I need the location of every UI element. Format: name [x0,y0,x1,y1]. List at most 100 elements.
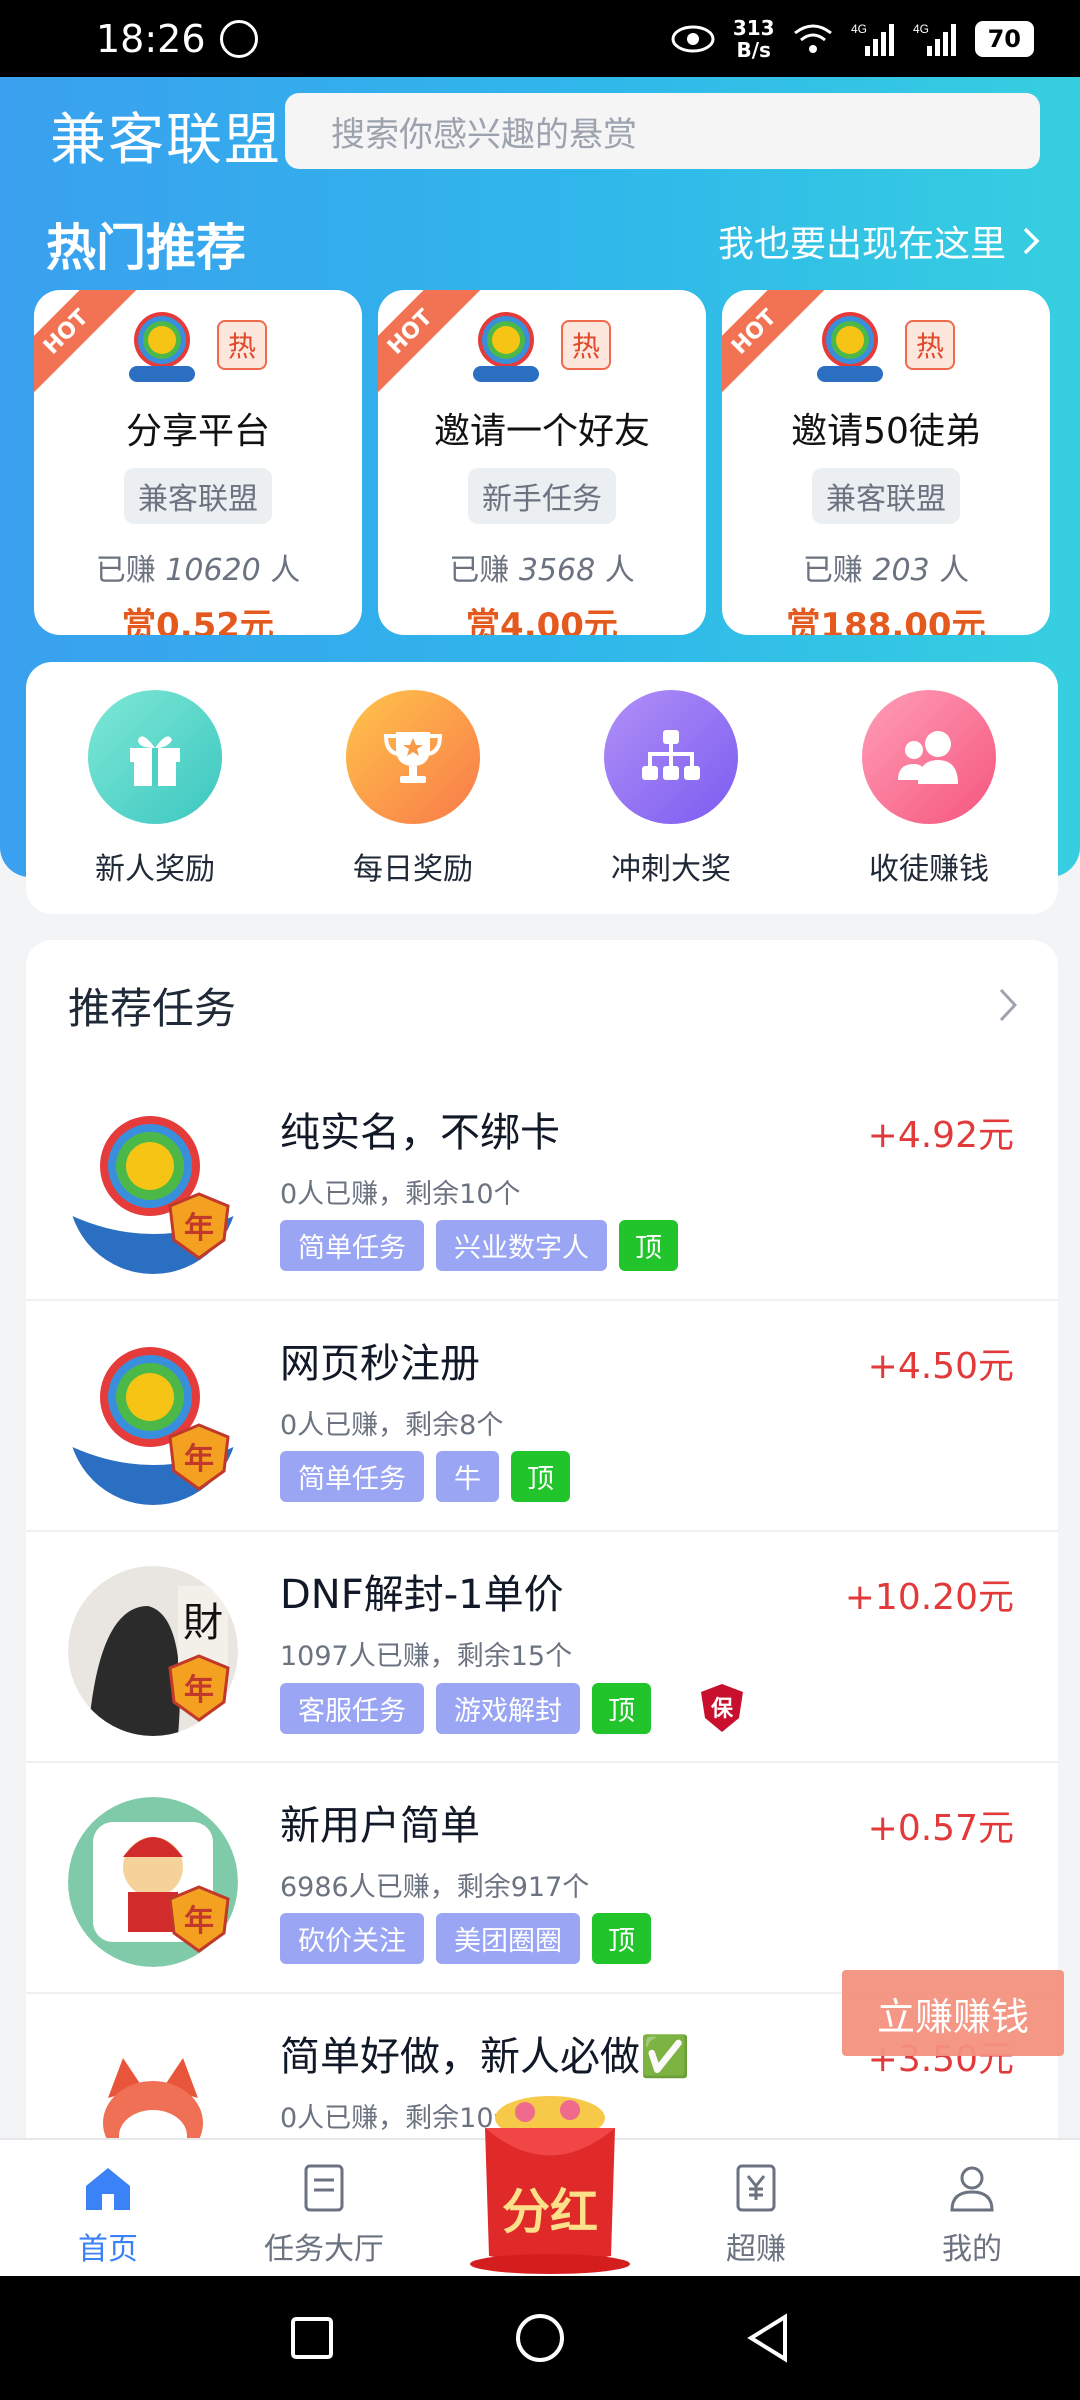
chevron-right-icon [999,988,1018,1022]
task-stats: 1097人已赚，剩余15个 [280,1641,573,1672]
hot-badge: 热 [905,320,955,370]
fox-avatar-icon [68,2028,238,2140]
svg-text:年: 年 [184,1211,214,1246]
battery-indicator: 70 [974,20,1034,57]
year-badge-icon: 年 [168,1423,230,1491]
nav-profile[interactable]: 我的 [864,2140,1080,2276]
guarantee-shield-icon: 保 [701,1684,743,1732]
jianke-logo-icon [473,312,539,382]
task-tags: 简单任务 牛 顶 [280,1451,570,1502]
document-icon [304,2164,344,2212]
nav-label: 任务大厅 [264,2232,384,2267]
search-input[interactable]: 搜索你感兴趣的悬赏 [285,93,1040,169]
status-indicators: 313 B/s 4G 4G 70 [671,17,1034,61]
task-tag: 牛 [436,1451,499,1502]
hot-card-tag: 新手任务 [468,468,616,524]
home-circle-icon[interactable] [514,2312,566,2364]
task-tag: 游戏解封 [436,1682,580,1734]
trophy-icon [346,690,480,824]
task-tags: 客服任务 游戏解封 顶 保 [280,1682,745,1734]
speedometer-icon [219,19,258,58]
hot-card-tag: 兼客联盟 [812,468,960,524]
task-title: 纯实名，不绑卡 [280,1110,560,1156]
eye-icon [671,25,715,52]
task-stats: 0人已赚，剩余10个 [280,1179,521,1210]
task-tag: 简单任务 [280,1220,424,1271]
svg-text:4G: 4G [851,22,867,36]
tasks-header[interactable]: 推荐任务 [26,940,1058,1070]
quick-action-label: 收徒赚钱 [869,852,989,887]
nav-super-earn[interactable]: 超赚 [648,2140,864,2276]
recommended-tasks: 推荐任务 年 纯实名，不绑卡 0人已赚，剩余10个 +4.92元 简单任务 兴业… [26,940,1058,2140]
home-icon [86,2168,130,2210]
svg-text:保: 保 [710,1697,734,1722]
quick-actions: 新人奖励 每日奖励 冲刺大奖 收徒赚钱 [26,662,1058,914]
task-row[interactable]: 年 新用户简单 6986人已赚，剩余917个 +0.57元 砍价关注 美团圈圈 … [26,1763,1058,1994]
quick-earn-button[interactable]: 立赚赚钱 [842,1970,1064,2056]
task-stats: 6986人已赚，剩余917个 [280,1872,590,1903]
task-tags: 砍价关注 美团圈圈 顶 [280,1913,651,1964]
wifi-icon [793,24,832,53]
quick-action-label: 冲刺大奖 [611,852,731,887]
year-badge-icon: 年 [168,1192,230,1260]
task-title: 简单好做，新人必做✅ [280,2034,690,2080]
task-tag: 简单任务 [280,1451,424,1502]
nav-label: 我的 [942,2232,1002,2267]
task-price: +0.57元 [867,1808,1014,1849]
quick-action-recruit[interactable]: 收徒赚钱 [829,690,1029,914]
task-row[interactable]: 年 纯实名，不绑卡 0人已赚，剩余10个 +4.92元 简单任务 兴业数字人 顶 [26,1070,1058,1301]
task-title: 新用户简单 [280,1803,480,1849]
year-badge-icon: 年 [168,1654,230,1722]
jianke-logo-icon [817,312,883,382]
task-price: +4.50元 [867,1346,1014,1387]
task-row[interactable]: 財 年 DNF解封-1单价 1097人已赚，剩余15个 +10.20元 客服任务… [26,1532,1058,1763]
top-badge: 顶 [592,1682,651,1734]
hot-card[interactable]: HOT 热 邀请一个好友 新手任务 已赚 3568 人 赏4.00元 [378,290,706,635]
task-price: +10.20元 [844,1577,1014,1618]
net-speed: 313 B/s [732,15,775,62]
nav-label: 首页 [78,2232,138,2267]
quick-action-sprint[interactable]: 冲刺大奖 [571,690,771,914]
nav-label: 超赚 [726,2232,786,2267]
quick-action-daily[interactable]: 每日奖励 [313,690,513,914]
task-row[interactable]: 年 网页秒注册 0人已赚，剩余8个 +4.50元 简单任务 牛 顶 [26,1301,1058,1532]
task-title: 网页秒注册 [280,1341,480,1387]
nav-task-hall[interactable]: 任务大厅 [216,2140,432,2276]
task-stats: 0人已赚，剩余8个 [280,1410,504,1441]
nav-home[interactable]: 首页 [0,2140,216,2276]
app-brand: 兼客联盟 [50,108,282,173]
hot-card-reward: 赏4.00元 [466,606,618,635]
promote-link[interactable]: 我也要出现在这里 [718,215,1040,267]
red-packet-icon[interactable]: 分红 [465,2088,635,2278]
task-tags: 简单任务 兴业数字人 顶 [280,1220,678,1271]
back-icon[interactable] [745,2313,791,2363]
svg-text:4G: 4G [913,22,929,36]
hot-card-title: 邀请一个好友 [433,411,650,452]
status-time: 18:26 [96,16,206,61]
quick-action-label: 新人奖励 [95,852,215,887]
hot-card-title: 邀请50徒弟 [791,411,981,452]
task-price: +4.92元 [867,1115,1014,1156]
gift-icon [88,690,222,824]
hot-card[interactable]: HOT 热 邀请50徒弟 兼客联盟 已赚 203 人 赏188.00元 [722,290,1050,635]
jianke-logo-icon [129,312,195,382]
svg-text:年: 年 [184,1673,214,1708]
top-badge: 顶 [511,1451,570,1502]
svg-text:年: 年 [184,1442,214,1477]
chevron-right-icon [1023,227,1040,255]
recent-apps-icon[interactable] [289,2315,335,2361]
hot-card-earned: 已赚 3568 人 [449,553,635,588]
year-badge-icon: 年 [168,1885,230,1953]
task-tag: 客服任务 [280,1682,424,1734]
hot-card-earned: 已赚 203 人 [802,553,970,588]
hierarchy-icon [604,690,738,824]
hot-badge: 热 [217,320,267,370]
hot-card[interactable]: HOT 热 分享平台 兼客联盟 已赚 10620 人 赏0.52元 [34,290,362,635]
task-tag: 兴业数字人 [436,1220,607,1271]
status-bar: 18:26 313 B/s 4G 4G 70 [0,0,1080,77]
task-tag: 砍价关注 [280,1913,424,1964]
hot-card-title: 分享平台 [125,411,270,452]
top-badge: 顶 [592,1913,651,1964]
hot-card-earned: 已赚 10620 人 [95,553,301,588]
quick-action-new-user[interactable]: 新人奖励 [55,690,255,914]
